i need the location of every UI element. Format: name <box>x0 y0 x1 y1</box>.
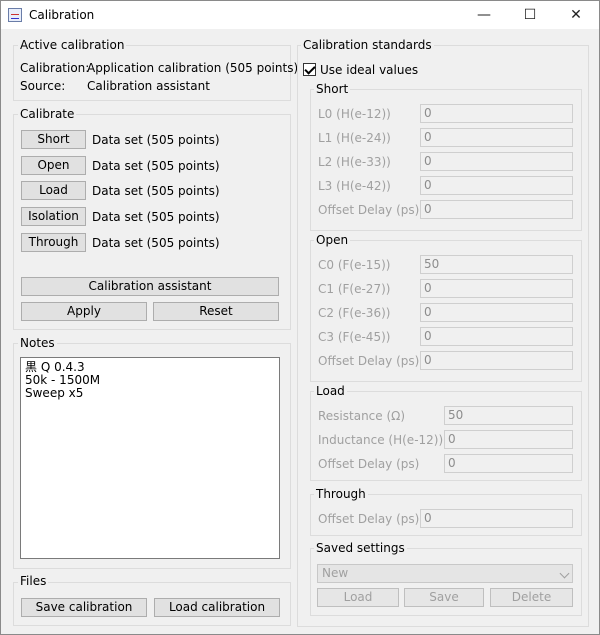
saved-settings-select[interactable]: New <box>317 564 573 583</box>
calibration-standards-title: Calibration standards <box>301 38 434 52</box>
saved-delete-button[interactable]: Delete <box>490 588 573 607</box>
open-c0-input[interactable]: 50 <box>420 255 573 274</box>
open-c0-label: C0 (F(e-15)) <box>318 258 391 272</box>
through-title: Through <box>314 487 368 501</box>
open-offset-delay-label: Offset Delay (ps) <box>318 354 420 368</box>
through-button[interactable]: Through <box>21 233 86 252</box>
load-button[interactable]: Load <box>21 181 86 200</box>
load-offset-delay-input[interactable]: 0 <box>444 454 573 473</box>
saved-settings-title: Saved settings <box>314 541 407 555</box>
short-l2-input[interactable]: 0 <box>420 152 573 171</box>
saved-save-button[interactable]: Save <box>404 588 484 607</box>
notes-title: Notes <box>18 336 57 350</box>
short-offset-delay-input[interactable]: 0 <box>420 200 573 219</box>
files-title: Files <box>18 574 49 588</box>
open-c2-label: C2 (F(e-36)) <box>318 306 391 320</box>
load-resistance-label: Resistance (Ω) <box>318 409 406 423</box>
load-resistance-input[interactable]: 50 <box>444 406 573 425</box>
through-offset-delay-input[interactable]: 0 <box>420 509 573 528</box>
saved-settings-selected: New <box>322 566 349 580</box>
reset-button[interactable]: Reset <box>153 302 279 321</box>
window-title: Calibration <box>29 8 95 22</box>
load-offset-delay-label: Offset Delay (ps) <box>318 457 420 471</box>
load-inductance-input[interactable]: 0 <box>444 430 573 449</box>
saved-load-button[interactable]: Load <box>317 588 399 607</box>
load-calibration-button[interactable]: Load calibration <box>154 598 280 617</box>
load-title: Load <box>314 384 347 398</box>
load-inductance-label: Inductance (H(e-12)) <box>318 433 444 447</box>
short-l0-input[interactable]: 0 <box>420 104 573 123</box>
calibrate-title: Calibrate <box>18 107 77 121</box>
short-button[interactable]: Short <box>21 130 86 149</box>
short-l3-label: L3 (H(e-42)) <box>318 179 391 193</box>
open-c3-label: C3 (F(e-45)) <box>318 330 391 344</box>
short-offset-delay-label: Offset Delay (ps) <box>318 203 420 217</box>
open-c1-input[interactable]: 0 <box>420 279 573 298</box>
use-ideal-values-checkbox[interactable] <box>303 63 316 76</box>
short-l1-input[interactable]: 0 <box>420 128 573 147</box>
short-l1-label: L1 (H(e-24)) <box>318 131 391 145</box>
calibration-label: Calibration: <box>20 61 90 75</box>
active-calibration-title: Active calibration <box>18 38 127 52</box>
use-ideal-values-label: Use ideal values <box>320 63 419 77</box>
chevron-down-icon <box>559 568 570 579</box>
apply-button[interactable]: Apply <box>21 302 147 321</box>
open-c2-input[interactable]: 0 <box>420 303 573 322</box>
open-offset-delay-input[interactable]: 0 <box>420 351 573 370</box>
short-status: Data set (505 points) <box>92 133 220 147</box>
open-c3-input[interactable]: 0 <box>420 327 573 346</box>
calibration-window: Calibration — ☐ ✕ Active calibration Cal… <box>0 0 600 635</box>
notes-textarea[interactable]: 黒 Q 0.4.3 50k - 1500M Sweep x5 <box>20 357 280 559</box>
load-status: Data set (505 points) <box>92 184 220 198</box>
calibration-assistant-button[interactable]: Calibration assistant <box>21 277 279 296</box>
app-icon <box>8 8 22 22</box>
title-bar: Calibration — ☐ ✕ <box>1 1 599 29</box>
minimize-button[interactable]: — <box>461 1 507 29</box>
source-label: Source: <box>20 79 66 93</box>
short-title: Short <box>314 82 351 96</box>
isolation-button[interactable]: Isolation <box>21 207 86 226</box>
short-l2-label: L2 (H(e-33)) <box>318 155 391 169</box>
save-calibration-button[interactable]: Save calibration <box>21 598 147 617</box>
through-status: Data set (505 points) <box>92 236 220 250</box>
isolation-status: Data set (505 points) <box>92 210 220 224</box>
through-offset-delay-label: Offset Delay (ps) <box>318 512 420 526</box>
open-title: Open <box>314 233 351 247</box>
open-c1-label: C1 (F(e-27)) <box>318 282 391 296</box>
source-value: Calibration assistant <box>87 79 210 93</box>
close-button[interactable]: ✕ <box>553 1 599 29</box>
open-status: Data set (505 points) <box>92 159 220 173</box>
maximize-button[interactable]: ☐ <box>507 1 553 29</box>
short-l3-input[interactable]: 0 <box>420 176 573 195</box>
open-button[interactable]: Open <box>21 156 86 175</box>
short-l0-label: L0 (H(e-12)) <box>318 107 391 121</box>
calibration-value: Application calibration (505 points) <box>87 61 299 75</box>
